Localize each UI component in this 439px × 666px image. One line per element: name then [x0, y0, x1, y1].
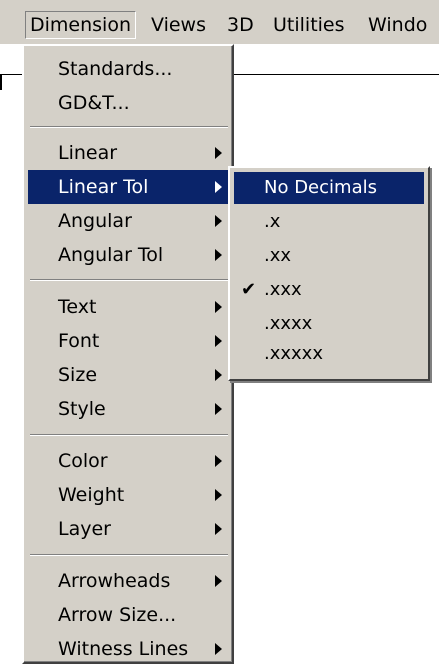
menu-item-layer[interactable]: Layer [28, 512, 230, 546]
submenu-arrow-icon [215, 403, 222, 415]
menu-item-angular-tol[interactable]: Angular Tol [28, 238, 230, 272]
submenu-item-label: .xx [264, 245, 292, 266]
menu-dimension[interactable]: Dimension [25, 11, 136, 39]
submenu-arrow-icon [215, 643, 222, 655]
menu-item-label: Linear [58, 142, 118, 164]
checkmark-icon: ✔ [241, 279, 257, 300]
menu-window[interactable]: Windo [364, 12, 431, 38]
submenu-arrow-icon [215, 181, 222, 193]
menu-item-color[interactable]: Color [28, 444, 230, 478]
submenu-item-xxxxx[interactable]: .xxxxx [234, 338, 424, 370]
menu-item-label: Arrow Size... [58, 604, 177, 626]
menu-item-arrow-size[interactable]: Arrow Size... [28, 598, 230, 632]
menu-item-label: Arrowheads [58, 570, 171, 592]
menu-item-label: Layer [58, 518, 111, 540]
menu-utilities[interactable]: Utilities [269, 12, 349, 38]
menu-item-text[interactable]: Text [28, 290, 230, 324]
submenu-item-xxx[interactable]: ✔ .xxx [234, 274, 424, 306]
menu-item-label: Style [58, 398, 106, 420]
menu-item-label: GD&T... [58, 92, 130, 114]
menu-item-label: Witness Lines [58, 638, 189, 660]
submenu-item-label: .xxx [264, 279, 302, 300]
menu-item-label: Standards... [58, 58, 173, 80]
submenu-item-xxxx[interactable]: .xxxx [234, 308, 424, 340]
menu-bar: Dimension Views 3D Utilities Windo [0, 0, 439, 44]
menu-item-witness-lines[interactable]: Witness Lines [28, 632, 230, 666]
submenu-arrow-icon [215, 575, 222, 587]
menu-item-linear-tol[interactable]: Linear Tol [28, 170, 230, 204]
menu-item-gdt[interactable]: GD&T... [28, 86, 230, 120]
menu-item-weight[interactable]: Weight [28, 478, 230, 512]
menu-item-label: Color [58, 450, 108, 472]
menu-3d[interactable]: 3D [223, 12, 258, 38]
dimension-menu: Standards... GD&T... Linear Linear Tol A… [22, 44, 234, 664]
submenu-arrow-icon [215, 147, 222, 159]
document-corner-tick [0, 74, 2, 90]
submenu-arrow-icon [215, 215, 222, 227]
menu-item-style[interactable]: Style [28, 392, 230, 426]
submenu-item-label: .xxxxx [264, 343, 323, 364]
menu-item-linear[interactable]: Linear [28, 136, 230, 170]
menu-item-label: Linear Tol [58, 176, 149, 198]
menu-item-arrowheads[interactable]: Arrowheads [28, 564, 230, 598]
linear-tol-submenu: No Decimals .x .xx ✔ .xxx .xxxx .xxxxx [228, 166, 430, 381]
menu-item-label: Weight [58, 484, 125, 506]
submenu-arrow-icon [215, 523, 222, 535]
menu-separator [30, 554, 228, 556]
menu-item-label: Size [58, 364, 98, 386]
submenu-arrow-icon [215, 301, 222, 313]
menu-item-font[interactable]: Font [28, 324, 230, 358]
submenu-arrow-icon [215, 249, 222, 261]
menu-item-size[interactable]: Size [28, 358, 230, 392]
submenu-arrow-icon [215, 335, 222, 347]
submenu-arrow-icon [215, 489, 222, 501]
submenu-arrow-icon [215, 369, 222, 381]
menu-item-label: Font [58, 330, 100, 352]
submenu-arrow-icon [215, 455, 222, 467]
menu-item-label: Angular Tol [58, 244, 164, 266]
menu-separator [30, 279, 228, 281]
submenu-item-label: .x [264, 211, 281, 232]
menu-separator [30, 126, 228, 128]
submenu-item-x[interactable]: .x [234, 206, 424, 238]
menu-item-label: Text [58, 296, 97, 318]
menu-item-standards[interactable]: Standards... [28, 52, 230, 86]
submenu-item-label: .xxxx [264, 313, 313, 334]
submenu-item-no-decimals[interactable]: No Decimals [234, 172, 424, 204]
submenu-item-xx[interactable]: .xx [234, 240, 424, 272]
menu-views[interactable]: Views [147, 12, 210, 38]
menu-item-label: Angular [58, 210, 132, 232]
menu-separator [30, 434, 228, 436]
submenu-item-label: No Decimals [264, 177, 377, 198]
menu-item-angular[interactable]: Angular [28, 204, 230, 238]
